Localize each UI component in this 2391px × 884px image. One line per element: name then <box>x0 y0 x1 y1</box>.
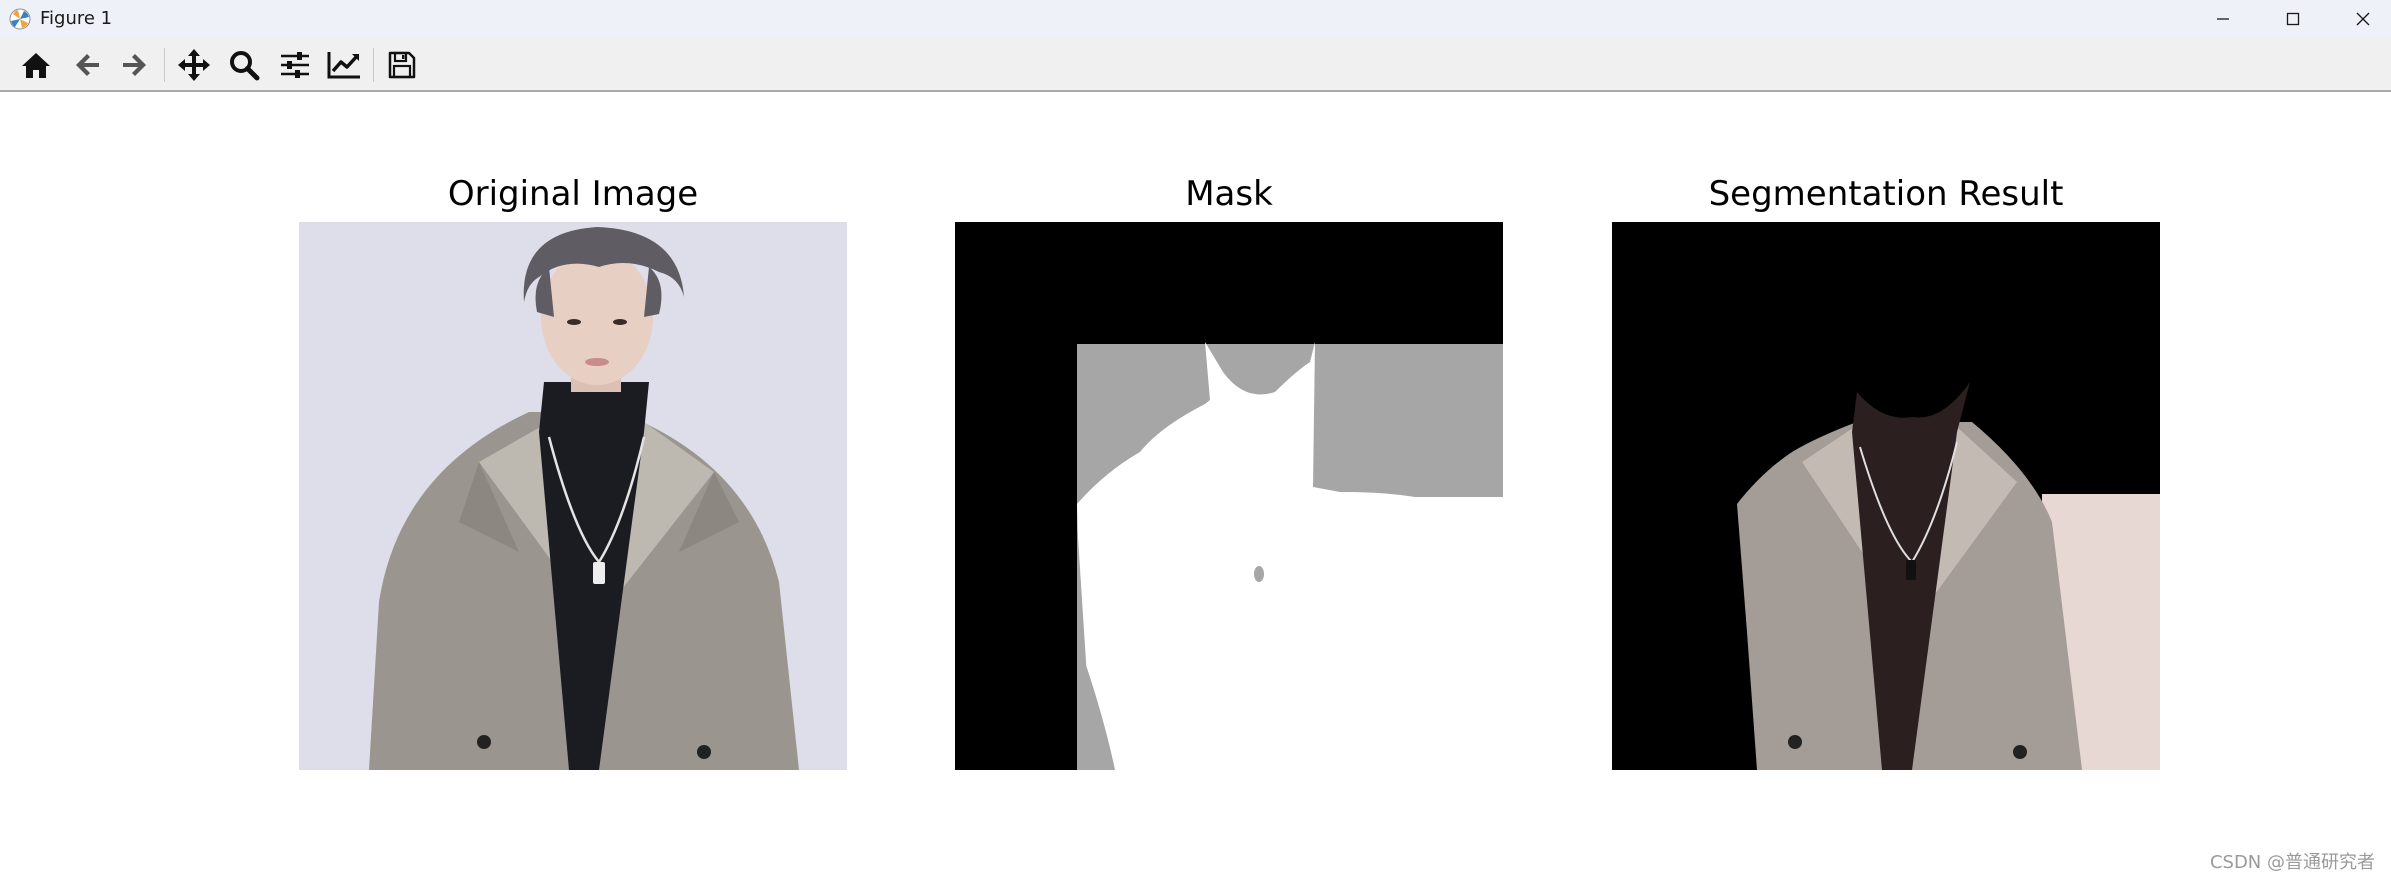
customize-button[interactable] <box>325 48 363 82</box>
forward-button[interactable] <box>116 48 154 82</box>
save-button[interactable] <box>383 48 421 82</box>
minimize-button[interactable] <box>2188 0 2258 38</box>
sliders-icon <box>281 52 309 78</box>
mask-title: Mask <box>1185 174 1273 214</box>
original-image <box>299 222 847 770</box>
close-button[interactable] <box>2328 0 2391 38</box>
back-button[interactable] <box>68 48 106 82</box>
original-image-title: Original Image <box>447 174 699 214</box>
close-icon <box>2356 12 2370 26</box>
subplots-button[interactable] <box>276 48 314 82</box>
maximize-icon <box>2286 12 2300 26</box>
toolbar-separator <box>373 48 374 82</box>
figure-window: Figure 1 Original Image Mask Segmentatio… <box>0 0 2391 884</box>
pan-button[interactable] <box>175 48 213 82</box>
watermark-text: CSDN @普通研究者 <box>2209 852 2375 873</box>
zoom-button[interactable] <box>225 48 263 82</box>
window-title: Figure 1 <box>40 8 113 29</box>
arrow-left-icon <box>76 54 99 76</box>
segmentation-result-image <box>1612 222 2160 770</box>
navigation-toolbar <box>0 38 2391 92</box>
arrow-right-icon <box>123 54 146 76</box>
home-button[interactable] <box>17 48 55 82</box>
zoom-icon <box>230 51 260 81</box>
figure-canvas[interactable]: Original Image Mask Segmentation Result … <box>0 92 2391 884</box>
mask-image <box>955 222 1503 770</box>
home-icon <box>22 53 50 78</box>
toolbar-separator <box>164 48 165 82</box>
matplotlib-icon <box>9 8 31 30</box>
maximize-button[interactable] <box>2258 0 2328 38</box>
chart-line-icon <box>327 52 360 79</box>
title-bar: Figure 1 <box>0 0 2391 38</box>
minimize-icon <box>2217 18 2229 20</box>
save-icon <box>388 51 416 79</box>
segmentation-result-title: Segmentation Result <box>1708 174 2064 214</box>
move-icon <box>178 49 210 81</box>
